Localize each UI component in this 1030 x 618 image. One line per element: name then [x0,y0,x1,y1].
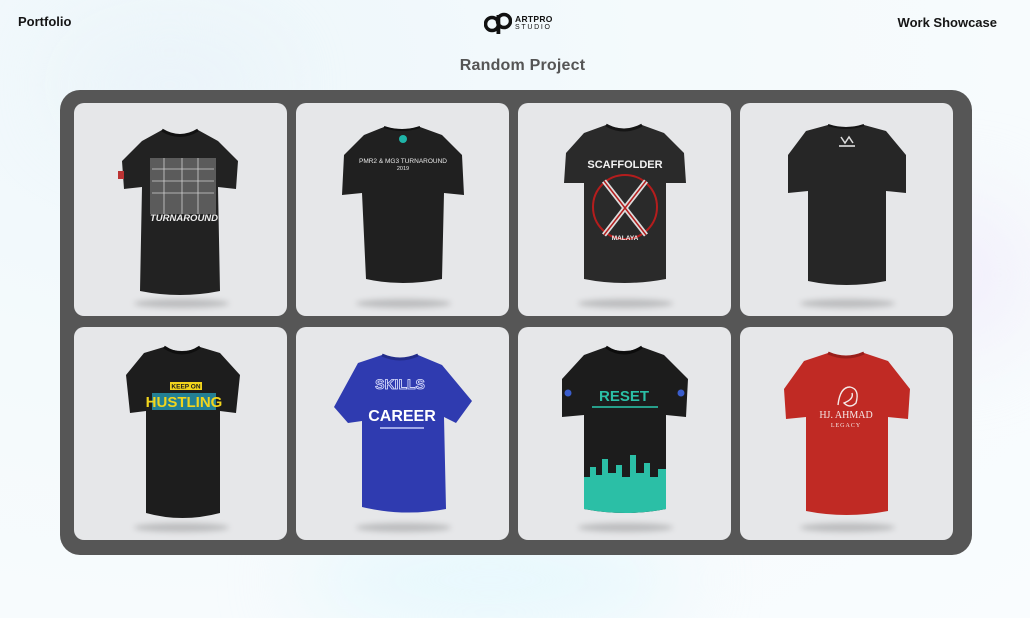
work-showcase-link[interactable]: Work Showcase [898,15,997,30]
project-card[interactable]: SCAFFOLDER MALAYA [518,103,731,316]
print-line1: PMR2 & MG3 TURNAROUND [359,158,447,165]
tshirt-reset-image: RESET [562,345,688,513]
logo-subtitle: STUDIO [515,23,552,31]
artpro-logo-mark-icon [484,12,512,34]
section-title: Random Project [459,57,586,74]
print-line2: 2019 [397,166,409,172]
project-card[interactable]: HJ. AHMAD LEGACY [740,327,953,540]
print-text: RESET [599,388,649,405]
artpro-logo[interactable]: ARTPRO STUDIO [484,11,553,35]
project-card[interactable]: RESET [518,327,731,540]
site-header: Portfolio ARTPRO STUDIO Work Showcase [0,0,1030,48]
print-line2: MALAYA [612,235,639,242]
portfolio-link[interactable]: Portfolio [18,14,71,29]
tshirt-hustling-image: KEEP ON HUSTLING [126,345,240,518]
print-line2: HUSTLING [146,394,223,411]
logo-wordmark: ARTPRO [515,13,553,24]
print-line1: HJ. AHMAD [819,410,872,421]
project-card[interactable]: KEEP ON HUSTLING [74,327,287,540]
print-line1: KEEP ON [171,384,200,391]
project-grid: TURNAROUND PMR2 & MG3 TURNAROUND 2019 SC… [74,103,953,540]
tshirt-plain-back-image [788,124,906,285]
tshirt-turnaround-image: TURNAROUND [118,128,238,295]
print-line2: CAREER [368,408,436,425]
tshirt-mg3-turnaround-image: PMR2 & MG3 TURNAROUND 2019 [342,126,464,283]
print-line1: SCAFFOLDER [587,159,662,171]
project-card[interactable] [740,103,953,316]
project-card[interactable]: PMR2 & MG3 TURNAROUND 2019 [296,103,509,316]
tshirt-skills-career-image: SKILLS CAREER [334,353,472,513]
tshirt-scaffolder-image: SCAFFOLDER MALAYA [564,123,686,283]
tshirt-hj-ahmad-legacy-image: HJ. AHMAD LEGACY [784,351,910,515]
project-card[interactable]: TURNAROUND [74,103,287,316]
print-text: TURNAROUND [150,213,218,224]
project-card[interactable]: SKILLS CAREER [296,327,509,540]
print-line1: SKILLS [375,376,425,392]
print-line2: LEGACY [831,423,861,429]
